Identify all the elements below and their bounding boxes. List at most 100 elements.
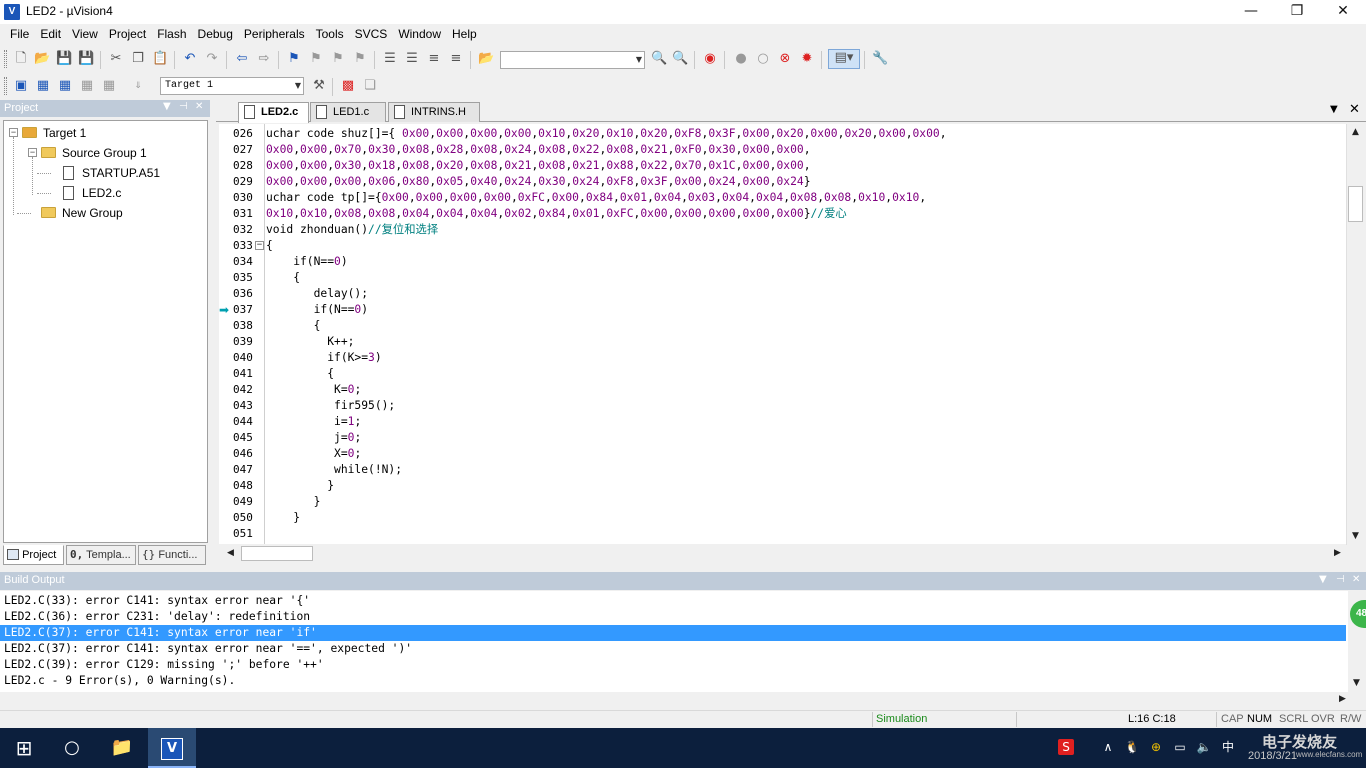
minimize-button[interactable]: — bbox=[1228, 0, 1274, 24]
fold-toggle-icon[interactable]: − bbox=[255, 241, 264, 250]
indent-icon[interactable]: ☰ bbox=[382, 51, 398, 67]
paste-icon[interactable]: 📋 bbox=[152, 51, 168, 67]
tab-led1-c[interactable]: LED1.c bbox=[310, 102, 386, 122]
build-output-list[interactable]: LED2.C(33): error C141: syntax error nea… bbox=[0, 591, 1348, 692]
build-output-line-selected[interactable]: LED2.C(37): error C141: syntax error nea… bbox=[0, 625, 1346, 641]
scroll-left-arrow-icon[interactable]: ◀ bbox=[222, 545, 239, 562]
uncomment-icon[interactable]: ≡ bbox=[448, 51, 464, 67]
batch-build-icon[interactable]: ▦ bbox=[79, 78, 95, 94]
code-line[interactable]: 026 uchar code shuz[]={ 0x00,0x00,0x00,0x… bbox=[219, 126, 1346, 142]
target-select[interactable]: Target 1 ▼ bbox=[160, 77, 304, 95]
windows-start-icon[interactable]: ⊞ bbox=[0, 728, 48, 768]
code-line[interactable]: 048 } bbox=[219, 478, 1346, 494]
bookmark-next-icon[interactable]: ⚑ bbox=[330, 51, 346, 67]
code-line[interactable]: 043 fir595(); bbox=[219, 398, 1346, 414]
toolbar-grip[interactable] bbox=[4, 77, 7, 95]
network-icon[interactable]: ▭ bbox=[1172, 739, 1188, 755]
bookmark-toggle-icon[interactable]: ⚑ bbox=[286, 51, 302, 67]
menu-peripherals[interactable]: Peripherals bbox=[240, 24, 312, 45]
tab-intrins-h[interactable]: INTRINS.H bbox=[388, 102, 480, 122]
build-icon[interactable]: ▦ bbox=[35, 78, 51, 94]
nav-back-icon[interactable]: ⇦ bbox=[234, 51, 250, 67]
tab-led2-c[interactable]: LED2.c bbox=[238, 102, 309, 123]
menu-svcs[interactable]: SVCS bbox=[351, 24, 395, 45]
scroll-up-arrow-icon[interactable]: ▲ bbox=[1347, 124, 1364, 141]
toolbar-grip[interactable] bbox=[4, 50, 7, 68]
scroll-down-arrow-icon[interactable]: ▼ bbox=[1347, 528, 1364, 545]
code-line[interactable]: 029 0x00,0x00,0x00,0x06,0x80,0x05,0x40,0x… bbox=[219, 174, 1346, 190]
code-line[interactable]: 050 } bbox=[219, 510, 1346, 526]
menu-view[interactable]: View bbox=[68, 24, 105, 45]
select-packs-icon[interactable]: ❏ bbox=[362, 78, 378, 94]
qq-icon[interactable]: 🐧 bbox=[1124, 739, 1140, 755]
code-line[interactable]: 034 if(N==0) bbox=[219, 254, 1346, 270]
breakpoint-disable-all-icon[interactable]: ⊗ bbox=[777, 51, 793, 67]
code-line[interactable]: 033−{ bbox=[219, 238, 1346, 254]
tab-project[interactable]: Project bbox=[3, 545, 64, 565]
scroll-thumb[interactable] bbox=[1348, 186, 1363, 222]
scroll-down-arrow-icon[interactable]: ▼ bbox=[1348, 675, 1365, 692]
code-line[interactable]: 040 if(K>=3) bbox=[219, 350, 1346, 366]
manage-components-icon[interactable]: ▩ bbox=[340, 78, 356, 94]
build-output-line[interactable]: LED2.C(33): error C141: syntax error nea… bbox=[0, 593, 1346, 609]
code-line[interactable]: 042 K=0; bbox=[219, 382, 1346, 398]
plus-app-icon[interactable]: ⊕ bbox=[1148, 739, 1164, 755]
bookmark-prev-icon[interactable]: ⚑ bbox=[308, 51, 324, 67]
code-line[interactable]: 041 { bbox=[219, 366, 1346, 382]
volume-icon[interactable]: 🔈 bbox=[1196, 739, 1212, 755]
new-file-icon[interactable]: 🗋 bbox=[13, 51, 29, 67]
find-in-files-icon[interactable]: 📂 bbox=[478, 51, 494, 67]
collapse-toggle-icon[interactable]: − bbox=[28, 148, 37, 157]
breakpoint-insert-icon[interactable]: ● bbox=[733, 51, 749, 67]
save-all-icon[interactable]: 💾 bbox=[78, 51, 94, 67]
language-icon[interactable]: 中 bbox=[1220, 739, 1236, 755]
build-output-line[interactable]: LED2.C(37): error C141: syntax error nea… bbox=[0, 641, 1346, 657]
breakpoint-enable-icon[interactable]: ○ bbox=[755, 51, 771, 67]
code-line[interactable]: 045 j=0; bbox=[219, 430, 1346, 446]
uvision-taskbar-icon[interactable]: V bbox=[148, 728, 196, 768]
download-icon[interactable]: ⇓ bbox=[130, 78, 146, 94]
pane-close-icon[interactable]: ✕ bbox=[195, 101, 203, 112]
nav-forward-icon[interactable]: ⇨ bbox=[256, 51, 272, 67]
code-line[interactable]: 044 i=1; bbox=[219, 414, 1346, 430]
find-combo[interactable]: ▼ bbox=[500, 51, 645, 69]
bookmark-clear-icon[interactable]: ⚑ bbox=[352, 51, 368, 67]
menu-debug[interactable]: Debug bbox=[194, 24, 240, 45]
search-circle-icon[interactable]: ○ bbox=[48, 728, 96, 768]
show-hidden-icons-icon[interactable]: ∧ bbox=[1100, 739, 1116, 755]
code-line[interactable]: 031 0x10,0x10,0x08,0x08,0x04,0x04,0x04,0x… bbox=[219, 206, 1346, 222]
menu-window[interactable]: Window bbox=[394, 24, 448, 45]
window-layout-dropdown-icon[interactable]: ▤▾ bbox=[828, 49, 860, 69]
editor-horizontal-scrollbar[interactable]: ◀ ▶ bbox=[219, 545, 1346, 563]
code-line[interactable]: 028 0x00,0x00,0x30,0x18,0x08,0x20,0x08,0x… bbox=[219, 158, 1346, 174]
scroll-thumb[interactable] bbox=[241, 546, 313, 561]
code-line[interactable]: 032 void zhonduan()//复位和选择 bbox=[219, 222, 1346, 238]
code-line[interactable]: 051 bbox=[219, 526, 1346, 542]
scroll-right-arrow-icon[interactable]: ▶ bbox=[1329, 545, 1346, 562]
pane-pin-icon[interactable]: ⊣ bbox=[179, 101, 188, 112]
menu-flash[interactable]: Flash bbox=[153, 24, 193, 45]
pane-pin-icon[interactable]: ⊣ bbox=[1336, 574, 1345, 585]
code-line[interactable]: 049 } bbox=[219, 494, 1346, 510]
configuration-wrench-icon[interactable]: 🔧 bbox=[872, 51, 888, 67]
build-output-summary[interactable]: LED2.c - 9 Error(s), 0 Warning(s). bbox=[0, 673, 1346, 689]
pane-dropdown-icon[interactable]: ▼ bbox=[1319, 574, 1327, 585]
stop-build-icon[interactable]: ▦ bbox=[101, 78, 117, 94]
build-output-horizontal-scrollbar[interactable]: ▶ bbox=[0, 692, 1366, 707]
tab-templates[interactable]: 0, Templa... bbox=[66, 545, 136, 565]
sogou-ime-icon[interactable]: S bbox=[1058, 739, 1074, 755]
code-line[interactable]: 027 0x00,0x00,0x70,0x30,0x08,0x28,0x08,0x… bbox=[219, 142, 1346, 158]
code-line[interactable]: 030 uchar code tp[]={0x00,0x00,0x00,0x00,… bbox=[219, 190, 1346, 206]
menu-file[interactable]: File bbox=[6, 24, 36, 45]
tab-list-dropdown-icon[interactable]: ▼ bbox=[1330, 104, 1338, 115]
code-editor[interactable]: 026 uchar code shuz[]={ 0x00,0x00,0x00,0x… bbox=[219, 124, 1346, 544]
rebuild-icon[interactable]: ▦ bbox=[57, 78, 73, 94]
scroll-right-arrow-icon[interactable]: ▶ bbox=[1334, 691, 1351, 708]
collapse-toggle-icon[interactable]: − bbox=[9, 128, 18, 137]
copy-icon[interactable]: ❐ bbox=[130, 51, 146, 67]
maximize-button[interactable]: ❐ bbox=[1274, 0, 1320, 24]
tab-functions[interactable]: {} Functi... bbox=[138, 545, 206, 565]
debug-session-icon[interactable]: ◉ bbox=[702, 51, 718, 67]
undo-icon[interactable]: ↶ bbox=[182, 51, 198, 67]
open-folder-icon[interactable]: 📂 bbox=[34, 51, 50, 67]
